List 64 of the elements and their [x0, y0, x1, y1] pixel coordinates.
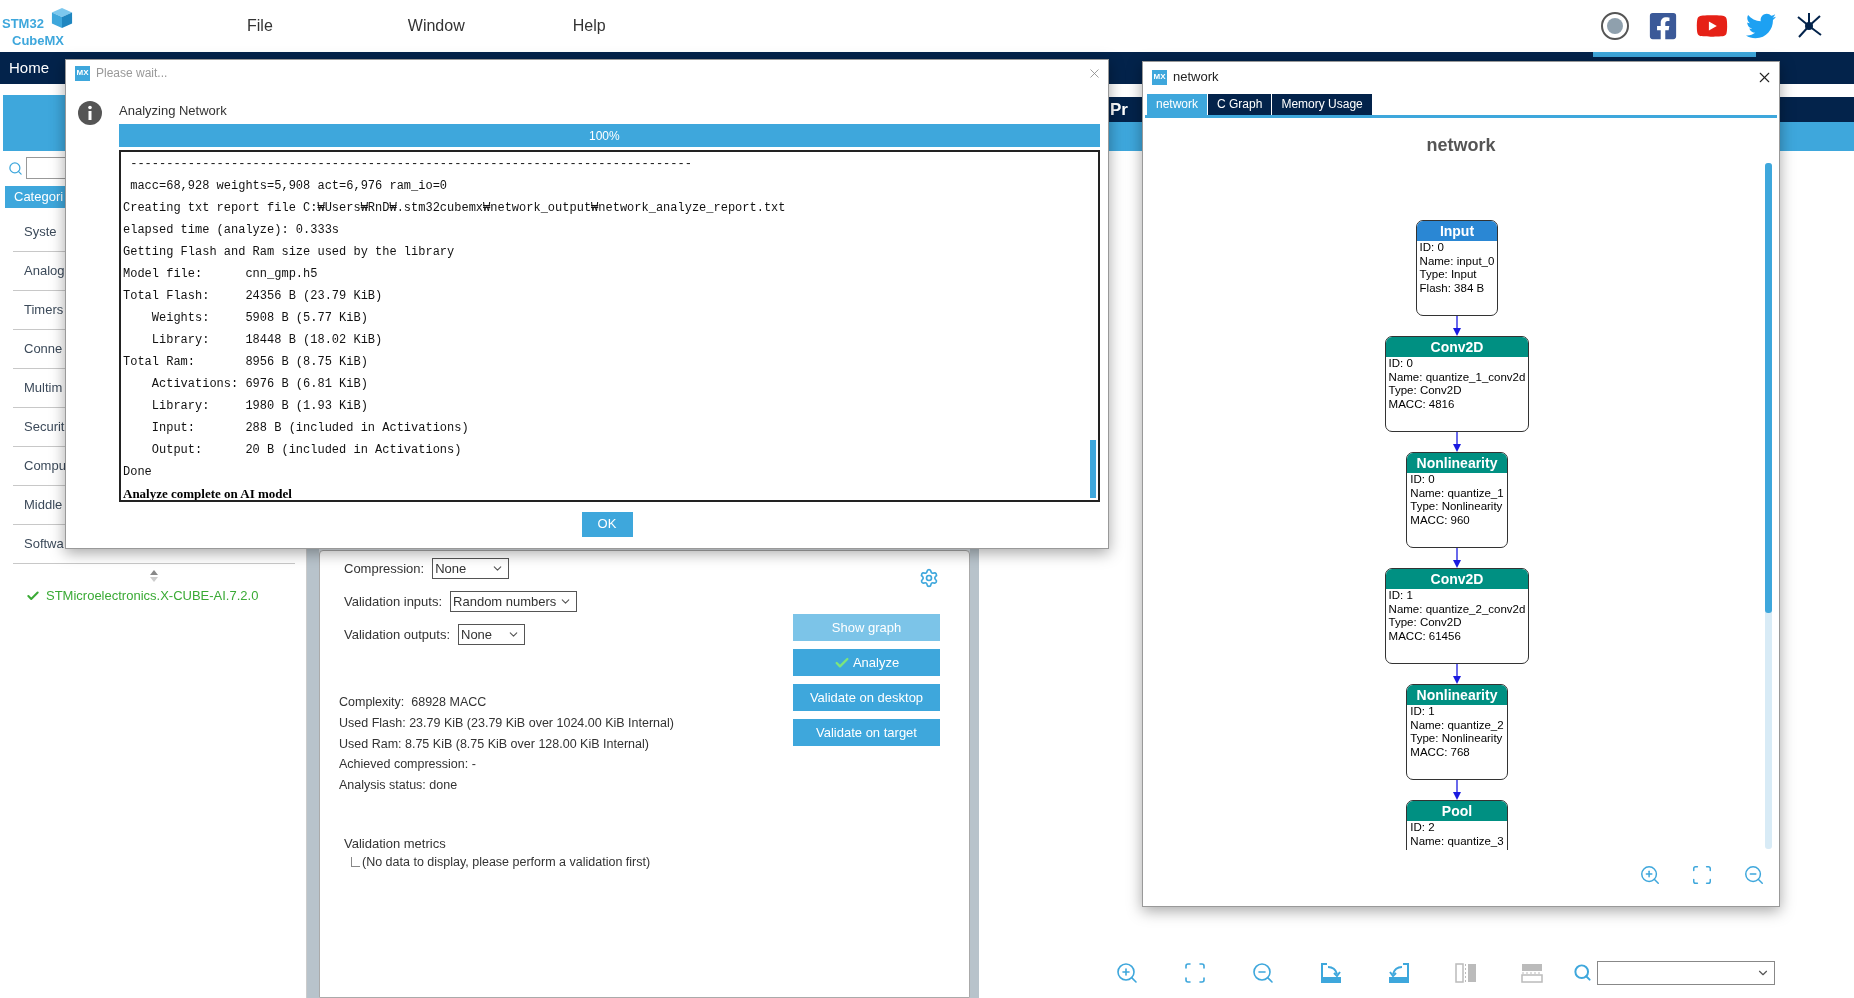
log-line: Library: 18448 B (18.02 KiB)	[150, 331, 384, 349]
node-detail: MACC: 4816	[1388, 397, 1456, 411]
logo-text: CubeMX	[12, 32, 64, 49]
log-line: Total Ram: 8956 B (8.75 KiB)	[123, 353, 369, 371]
node-title: Pool	[1407, 801, 1507, 821]
node-detail: Name: input_0	[1419, 254, 1495, 268]
log-line: ------------------------------------------------------------------------------	[129, 155, 693, 173]
node-detail: Name: quantize_1_conv2d	[1388, 370, 1526, 384]
node-detail: ID: 1	[1410, 705, 1436, 719]
node-detail: Name: quantize_1	[1410, 486, 1504, 500]
node-title: Conv2D	[1385, 337, 1529, 357]
app-icon: MX	[1152, 69, 1167, 85]
node-title: Input	[1416, 221, 1498, 241]
window-title: network	[1173, 68, 1219, 87]
log-line: macc=68,928 weights=5,908 act=6,976 ram_io=0	[129, 177, 449, 195]
node-detail: ID: 1	[1388, 589, 1414, 603]
analysis-stat: Analysis status: done	[339, 777, 459, 794]
log-line: Weights: 5908 B (5.77 KiB)	[150, 309, 369, 327]
analysis-stat: Used Ram: 8.75 KiB (8.75 KiB over 128.00 KiB Internal)	[339, 735, 650, 753]
field-label: Compression:	[344, 559, 425, 578]
node-detail: Name: quantize_3	[1410, 834, 1504, 848]
node-detail: Type: Nonlinearity	[1410, 500, 1504, 514]
log-line: Output: 20 B (included in Activations)	[150, 441, 463, 459]
dialog-title: Please wait...	[96, 65, 168, 82]
node-detail: MACC: 768	[1410, 745, 1471, 759]
node-title: Nonlinearity	[1407, 453, 1507, 473]
log-line: Input: 288 B (included in Activations)	[150, 419, 470, 437]
field-label: Validation outputs:	[344, 625, 450, 644]
logo-text: STM32	[2, 15, 45, 32]
node-detail: ID: 0	[1419, 241, 1445, 255]
node-detail: ID: 0	[1388, 357, 1414, 371]
analysis-stat: Used Flash: 23.79 KiB (23.79 KiB over 1024.00 KiB Internal)	[339, 714, 675, 732]
node-detail: Flash: 384 B	[1419, 281, 1486, 295]
node-detail: Type: Conv2D	[1388, 616, 1463, 630]
panel-title: Pr	[1110, 98, 1128, 121]
log-line: Model file: cnn_gmp.h5	[123, 265, 319, 283]
log-line: Done	[123, 463, 153, 481]
node-title: Nonlinearity	[1407, 685, 1507, 705]
tree-item: (No data to display, please perform a validation first)	[362, 854, 651, 872]
graph-title: network	[1426, 134, 1496, 156]
analysis-stat: Achieved compression: -	[339, 756, 477, 774]
log-line: Creating txt report file C:₩Users₩RnD₩.stm32cubemx₩network_output₩network_analyze_report.txt	[123, 199, 786, 217]
log-line: Library: 1980 B (1.93 KiB)	[150, 397, 369, 415]
section-title: Validation metrics	[344, 834, 447, 853]
node-detail: Name: quantize_2	[1410, 718, 1504, 732]
log-line: elapsed time (analyze): 0.333s	[123, 221, 341, 239]
log-line: Activations: 6976 B (6.81 KiB)	[150, 375, 369, 393]
node-title: Conv2D	[1385, 569, 1529, 589]
node-detail: Type: Nonlinearity	[1410, 732, 1504, 746]
node-detail: Name: quantize_2_conv2d	[1388, 602, 1526, 616]
log-line: Analyze complete on AI model	[123, 484, 293, 500]
progress-reading: 100%	[589, 127, 620, 145]
node-detail: MACC: 960	[1410, 513, 1471, 527]
node-detail: Type: Input	[1419, 268, 1478, 282]
app-icon: MX	[75, 65, 90, 81]
node-detail: MACC: 61456	[1388, 629, 1462, 643]
node-detail: ID: 2	[1410, 821, 1436, 835]
node-detail: ID: 0	[1410, 473, 1436, 487]
field-label: Validation inputs:	[344, 592, 443, 611]
node-detail: Type: Conv2D	[1388, 384, 1463, 398]
log-line: Getting Flash and Ram size used by the library	[123, 243, 456, 261]
log-line: Total Flash: 24356 B (23.79 KiB)	[123, 287, 384, 305]
analysis-stat: Complexity: 68928 MACC	[339, 694, 488, 711]
dialog-message: Analyzing Network	[119, 102, 228, 120]
